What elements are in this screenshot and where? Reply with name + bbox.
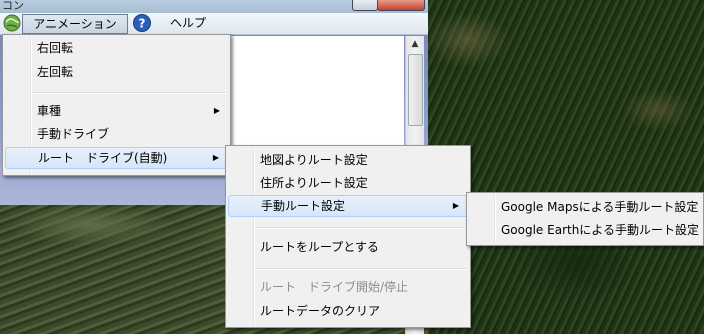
menu-item-label: Google Earthによる手動ルート設定 [501, 223, 699, 237]
menu-item-clear-route-data[interactable]: ルートデータのクリア [228, 300, 468, 322]
submenu-arrow-icon: ▶ [452, 201, 459, 210]
menu-item-route-start-stop: ルート ドライブ開始/停止 [228, 276, 468, 298]
menu-item-label: ルートをループとする [260, 240, 379, 254]
menu-item-label: 左回転 [37, 65, 74, 79]
app-globe-icon[interactable] [2, 13, 22, 33]
window-title: コン [2, 0, 24, 12]
menu-item-google-earth-route[interactable]: Google Earthによる手動ルート設定 [469, 219, 701, 241]
route-drive-submenu: 地図よりルート設定 住所よりルート設定 手動ルート設定 ▶ ルートをループとする… [225, 145, 471, 328]
menu-item-google-maps-route[interactable]: Google Mapsによる手動ルート設定 [469, 196, 701, 218]
menu-item-manual-drive[interactable]: 手動ドライブ [5, 123, 228, 145]
manual-route-submenu: Google Mapsによる手動ルート設定 Google Earthによる手動ル… [466, 192, 704, 246]
menu-bar: アニメーション ? ヘルプ [0, 13, 428, 35]
menu-item-label: 右回転 [37, 41, 74, 55]
menu-item-label: 車種 [37, 104, 62, 118]
scrollbar-thumb[interactable] [408, 54, 423, 126]
menu-animation[interactable]: アニメーション [22, 14, 128, 34]
menu-item-label: 地図よりルート設定 [260, 153, 368, 167]
menu-item-label: Google Mapsによる手動ルート設定 [501, 200, 699, 214]
menu-item-label: ルートデータのクリア [260, 304, 381, 318]
title-bar: コン [0, 0, 428, 14]
menu-item-route-from-address[interactable]: 住所よりルート設定 [228, 172, 468, 194]
animation-dropdown-menu: 右回転 左回転 車種 ▶ 手動ドライブ ルート ドライブ(自動) ▶ [2, 34, 231, 176]
menu-help[interactable]: ヘルプ [158, 14, 218, 32]
menu-item-label: 手動ドライブ [37, 127, 110, 141]
menu-item-loop-route[interactable]: ルートをループとする [228, 236, 468, 258]
menu-item-vehicle-type[interactable]: 車種 ▶ [5, 100, 228, 122]
menu-item-label: 住所よりルート設定 [260, 176, 368, 190]
scroll-up-arrow-icon[interactable]: ▲ [406, 36, 424, 52]
menu-item-label: ルート ドライブ開始/停止 [260, 280, 409, 294]
menu-item-label: 手動ルート設定 [261, 199, 346, 213]
white-panel [228, 36, 404, 146]
menu-item-route-from-map[interactable]: 地図よりルート設定 [228, 149, 468, 171]
help-icon[interactable]: ? [132, 13, 152, 33]
close-button[interactable] [377, 0, 425, 11]
submenu-arrow-icon: ▶ [213, 106, 220, 115]
menu-item-label: ルート ドライブ(自動) [38, 151, 168, 165]
menu-item-rotate-left[interactable]: 左回転 [5, 61, 228, 83]
menu-item-manual-route[interactable]: 手動ルート設定 ▶ [228, 195, 468, 217]
menu-separator [255, 227, 468, 229]
svg-text:?: ? [139, 17, 146, 31]
menu-item-rotate-right[interactable]: 右回転 [5, 37, 228, 59]
menu-item-route-drive-auto[interactable]: ルート ドライブ(自動) ▶ [5, 147, 228, 169]
menu-separator [32, 92, 228, 94]
restore-button[interactable] [352, 0, 378, 11]
menu-separator [255, 268, 468, 270]
submenu-arrow-icon: ▶ [212, 153, 219, 162]
